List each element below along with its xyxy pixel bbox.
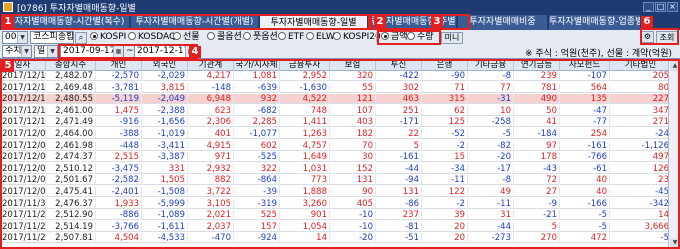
search-icon[interactable]: ⌕ <box>75 32 87 44</box>
radio-dot-icon <box>173 32 181 40</box>
radio-label: ELW <box>316 32 335 42</box>
radio-label: KOSDAQ <box>138 32 177 42</box>
annotation-box-6 <box>640 28 679 45</box>
annotation-box-5 <box>0 59 680 249</box>
window-title: [0786] 투자자별매매동향-일별 <box>17 4 136 14</box>
badge-3: 3 <box>431 16 443 28</box>
radio-label: ETF <box>288 32 305 42</box>
annotation-box-1 <box>1 14 370 30</box>
chevron-down-icon: ▼ <box>47 46 57 57</box>
unit-note: ※ 주식 : 억원(천주), 선물 : 계약(억원) <box>524 49 672 59</box>
radio-put-option[interactable]: 풋옵션 <box>243 31 278 43</box>
app-icon <box>3 2 13 12</box>
tab-ratio[interactable]: 투자자별매매비중 <box>458 15 548 30</box>
radio-call-option[interactable]: 콜옵션 <box>207 31 242 43</box>
tab-sector[interactable]: 투자자별매매동향-업종별 <box>549 15 641 30</box>
kind-select[interactable]: 수치 ▼ <box>2 45 32 58</box>
trading-window: [0786] 투자자별매매동향-일별 _ □ × 투자자별매매동향-시간별(복수… <box>0 0 680 249</box>
radio-dot-icon <box>306 32 314 40</box>
radio-label: 풋옵션 <box>253 32 278 42</box>
radio-dot-icon <box>90 32 98 40</box>
radio-label: 콜옵션 <box>217 32 242 42</box>
chevron-down-icon: ▼ <box>17 32 27 43</box>
toolbar-row-1: 001 ▼ 코스피종합 ⌕ KOSPI KOSDAQ 선물 콜옵션 풋옵션 ETF… <box>0 30 680 45</box>
title-bar: [0786] 투자자별매매동향-일별 _ □ × <box>0 0 680 14</box>
radio-dot-icon <box>333 32 341 40</box>
badge-2: 2 <box>374 16 386 28</box>
radio-etf[interactable]: ETF <box>278 31 304 43</box>
mini-button[interactable]: 미니 <box>441 32 463 44</box>
badge-4: 4 <box>189 46 201 58</box>
radio-dot-icon <box>243 32 251 40</box>
market-code-combo[interactable]: 001 ▼ <box>2 31 28 44</box>
radio-label: KOSPI <box>100 32 127 42</box>
radio-elw[interactable]: ELW <box>306 31 335 43</box>
annotation-box-4 <box>58 44 198 59</box>
radio-dot-icon <box>128 32 136 40</box>
radio-kospi[interactable]: KOSPI <box>90 31 126 43</box>
radio-dot-icon <box>278 32 286 40</box>
kind-value: 수치 <box>5 46 22 56</box>
minimize-button[interactable]: _ <box>643 2 654 12</box>
close-button[interactable]: × <box>667 2 678 12</box>
badge-5: 5 <box>2 60 14 72</box>
maximize-button[interactable]: □ <box>655 2 666 12</box>
period-select[interactable]: 일 ▼ <box>34 45 58 58</box>
market-name-field[interactable]: 코스피종합 <box>30 31 74 44</box>
radio-kosdaq[interactable]: KOSDAQ <box>128 31 176 43</box>
period-value: 일 <box>37 46 46 56</box>
radio-futures[interactable]: 선물 <box>173 31 200 43</box>
chevron-down-icon: ▼ <box>21 46 31 57</box>
annotation-box-3 <box>377 30 441 45</box>
badge-1: 1 <box>2 16 14 28</box>
radio-label: 선물 <box>183 32 200 42</box>
badge-6: 6 <box>641 16 653 28</box>
radio-dot-icon <box>207 32 215 40</box>
